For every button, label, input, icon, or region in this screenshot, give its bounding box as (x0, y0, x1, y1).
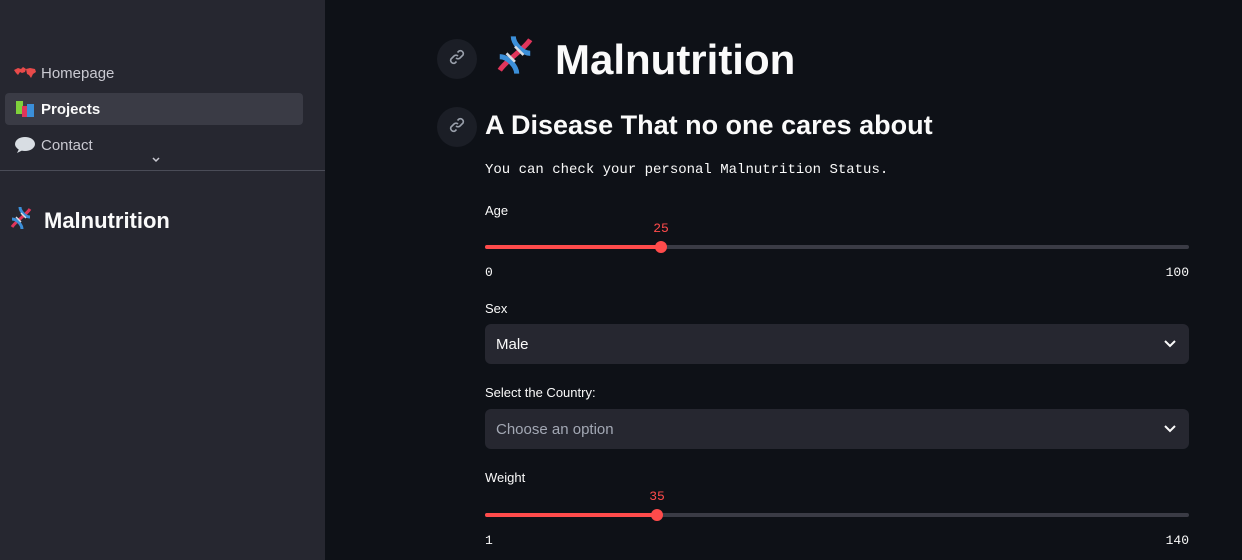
country-label: Select the Country: (485, 385, 596, 400)
slider-thumb[interactable] (655, 241, 667, 253)
main-content: Malnutrition A Disease That no one cares… (325, 0, 1242, 560)
slider-min: 0 (485, 265, 493, 280)
page-title-text: Malnutrition (555, 36, 796, 83)
intro-text: You can check your personal Malnutrition… (485, 162, 889, 178)
section-heading: A Disease That no one cares about (485, 110, 933, 140)
title-anchor-link-button[interactable] (437, 39, 477, 79)
sidebar: Homepage Projects Contact Malnutrition (0, 0, 325, 560)
sidebar-title: Malnutrition (8, 205, 170, 237)
link-icon (448, 116, 466, 139)
sidebar-divider (0, 170, 325, 171)
slider-fill (485, 513, 657, 517)
page-title: Malnutrition (493, 33, 795, 87)
chevron-down-icon (1163, 336, 1177, 353)
weight-slider[interactable]: 35 1 140 (485, 480, 1189, 548)
dna-icon (8, 205, 34, 237)
subtitle-anchor-link-button[interactable] (437, 107, 477, 147)
sidebar-nav: Homepage Projects Contact (5, 57, 303, 165)
sidebar-item-label: Projects (41, 100, 101, 118)
chevron-down-icon (1163, 421, 1177, 438)
country-select[interactable]: Choose an option (485, 409, 1189, 449)
world-map-icon (13, 66, 37, 80)
slider-min: 1 (485, 533, 493, 548)
slider-value: 25 (653, 221, 669, 236)
sex-select[interactable]: Male (485, 324, 1189, 364)
slider-fill (485, 245, 661, 249)
speech-bubble-icon (13, 136, 37, 154)
slider-value: 35 (649, 489, 665, 504)
sex-select-value: Male (496, 335, 529, 353)
sidebar-item-projects[interactable]: Projects (5, 93, 303, 125)
slider-max: 100 (1165, 265, 1189, 280)
sidebar-item-homepage[interactable]: Homepage (5, 57, 303, 89)
slider-thumb[interactable] (651, 509, 663, 521)
slider-max: 140 (1165, 533, 1189, 548)
country-select-placeholder: Choose an option (496, 420, 614, 438)
link-icon (448, 48, 466, 71)
age-slider[interactable]: 25 0 100 (485, 212, 1189, 280)
dna-icon (493, 33, 537, 87)
sex-label: Sex (485, 301, 508, 316)
sidebar-item-label: Homepage (41, 64, 115, 82)
books-icon (13, 100, 37, 118)
chevron-down-icon[interactable] (148, 153, 164, 167)
sidebar-item-label: Contact (41, 136, 93, 154)
sidebar-title-text: Malnutrition (44, 208, 170, 233)
